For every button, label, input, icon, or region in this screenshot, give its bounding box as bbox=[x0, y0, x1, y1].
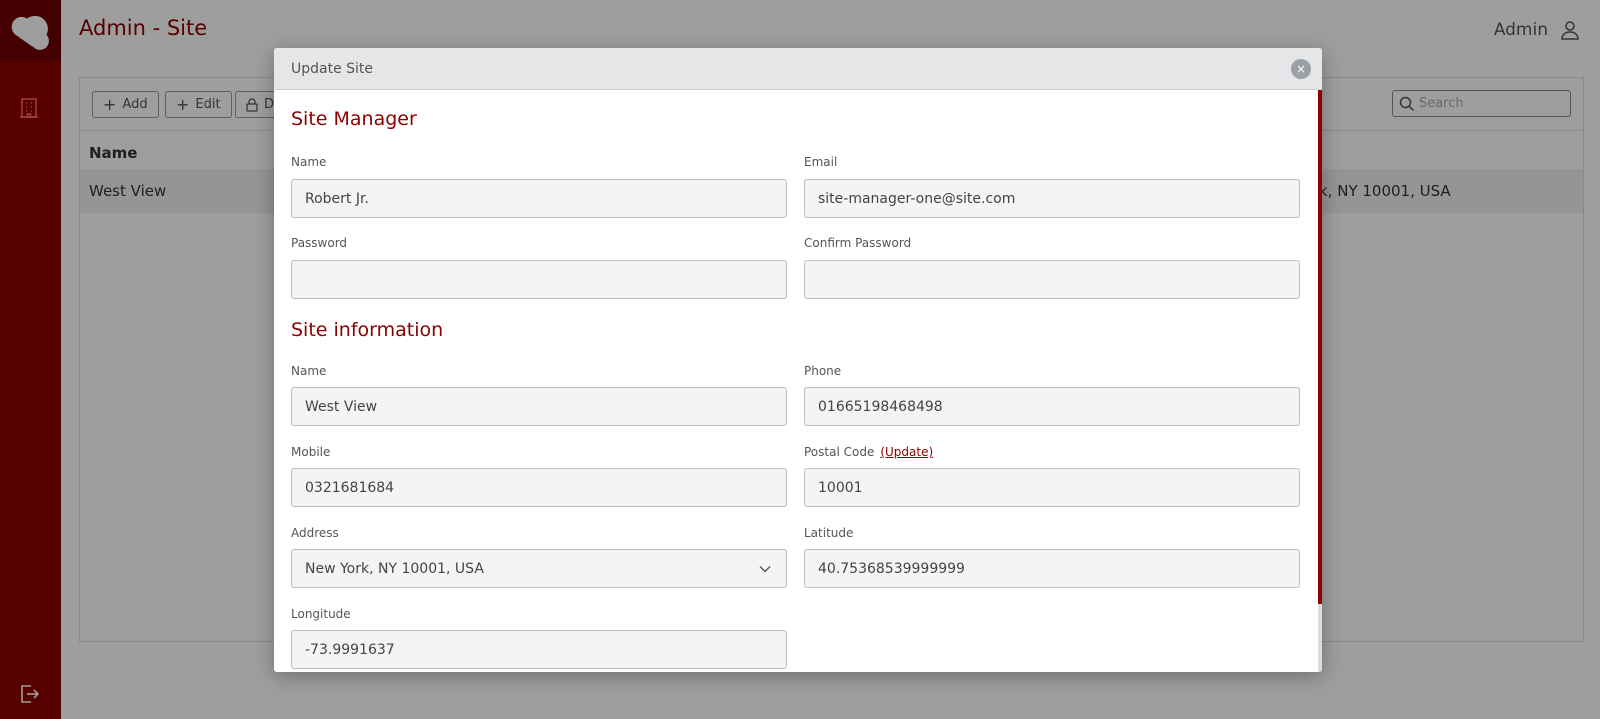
latitude-input[interactable]: 40.75368539999999 bbox=[804, 549, 1300, 588]
longitude-label: Longitude bbox=[291, 607, 351, 621]
longitude-input[interactable]: -73.9991637 bbox=[291, 630, 787, 669]
latitude-label: Latitude bbox=[804, 526, 854, 540]
manager-name-label: Name bbox=[291, 155, 327, 169]
manager-email-label: Email bbox=[804, 155, 838, 169]
postal-code-update-link[interactable]: (Update) bbox=[880, 445, 933, 459]
password-label: Password bbox=[291, 236, 348, 250]
update-site-modal: Update Site × Site Manager Name Robert J… bbox=[274, 48, 1322, 672]
address-select-value: New York, NY 10001, USA bbox=[305, 560, 484, 577]
postal-code-input[interactable]: 10001 bbox=[804, 468, 1300, 507]
password-input[interactable] bbox=[291, 260, 787, 299]
address-label: Address bbox=[291, 526, 339, 540]
modal-scrollbar-thumb[interactable] bbox=[1318, 90, 1322, 604]
close-icon[interactable]: × bbox=[1291, 59, 1311, 79]
mobile-input[interactable]: 0321681684 bbox=[291, 468, 787, 507]
site-name-input[interactable]: West View bbox=[291, 387, 787, 426]
phone-input[interactable]: 01665198468498 bbox=[804, 387, 1300, 426]
confirm-password-input[interactable] bbox=[804, 260, 1300, 299]
section-title-site-manager: Site Manager bbox=[291, 108, 417, 130]
modal-scrollbar-track[interactable] bbox=[1318, 604, 1322, 672]
postal-code-label: Postal Code (Update) bbox=[804, 445, 934, 459]
section-title-site-information: Site information bbox=[291, 319, 444, 341]
manager-email-input[interactable]: site-manager-one@site.com bbox=[804, 179, 1300, 218]
phone-label: Phone bbox=[804, 364, 842, 378]
modal-header: Update Site × bbox=[274, 48, 1322, 90]
chevron-down-icon bbox=[759, 566, 771, 573]
site-name-label: Name bbox=[291, 364, 327, 378]
address-select[interactable]: New York, NY 10001, USA bbox=[291, 549, 787, 588]
mobile-label: Mobile bbox=[291, 445, 331, 459]
manager-name-input[interactable]: Robert Jr. bbox=[291, 179, 787, 218]
modal-title: Update Site bbox=[291, 61, 374, 77]
confirm-password-label: Confirm Password bbox=[804, 236, 912, 250]
